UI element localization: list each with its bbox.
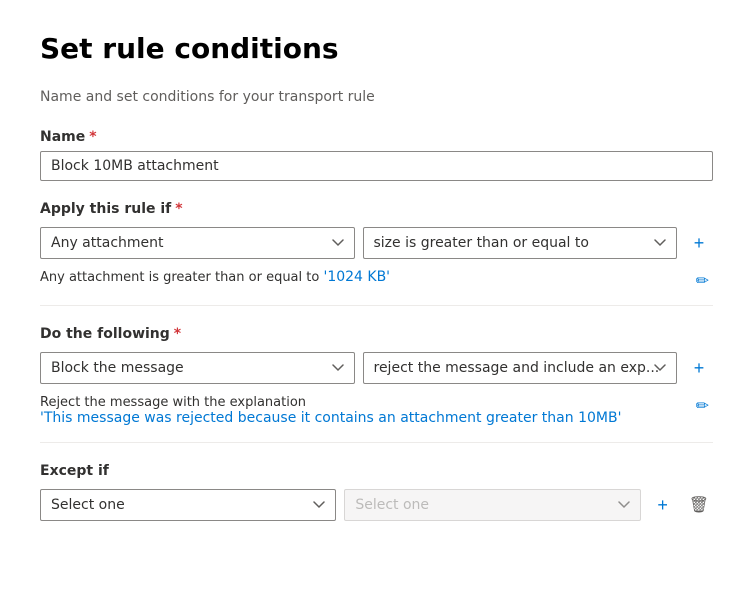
apply-rule-divider (40, 305, 713, 306)
do-following-section: Do the following * Block the message rej… (40, 326, 713, 443)
except-if-dropdown2[interactable]: Select one (344, 489, 640, 521)
page-title: Set rule conditions (40, 32, 713, 65)
name-section: Name * (40, 129, 713, 201)
do-following-required-star: * (174, 326, 181, 342)
name-label: Name (40, 129, 85, 145)
name-input[interactable] (40, 151, 713, 181)
apply-rule-required-star: * (175, 201, 182, 217)
do-following-divider (40, 442, 713, 443)
do-following-add-button[interactable]: + (685, 354, 713, 383)
do-following-info-line1: Reject the message with the explanation (40, 395, 306, 410)
except-if-dropdown1[interactable]: Select one (40, 489, 336, 521)
do-following-label: Do the following (40, 326, 170, 342)
do-following-edit-button[interactable]: ✏ (692, 394, 713, 418)
do-following-dropdown2[interactable]: reject the message and include an exp... (363, 352, 678, 384)
name-required-star: * (89, 129, 96, 145)
apply-rule-condition-text: Any attachment is greater than or equal … (40, 270, 323, 285)
apply-rule-dropdown1[interactable]: Any attachment (40, 227, 355, 259)
apply-rule-section: Apply this rule if * Any attachment size… (40, 201, 713, 306)
do-following-info-link[interactable]: 'This message was rejected because it co… (40, 410, 621, 426)
apply-rule-edit-button[interactable]: ✏ (692, 269, 713, 293)
do-following-dropdown1[interactable]: Block the message (40, 352, 355, 384)
except-if-delete-button[interactable]: 🗑 (685, 491, 713, 519)
except-if-section: Except if Select one Select one + 🗑 (40, 463, 713, 521)
page-subtitle: Name and set conditions for your transpo… (40, 89, 713, 105)
except-if-label: Except if (40, 463, 109, 479)
apply-rule-label: Apply this rule if (40, 201, 171, 217)
apply-rule-condition-link[interactable]: '1024 KB' (323, 269, 390, 285)
apply-rule-dropdown2[interactable]: size is greater than or equal to (363, 227, 678, 259)
except-if-add-button[interactable]: + (649, 491, 677, 520)
apply-rule-add-button[interactable]: + (685, 229, 713, 258)
